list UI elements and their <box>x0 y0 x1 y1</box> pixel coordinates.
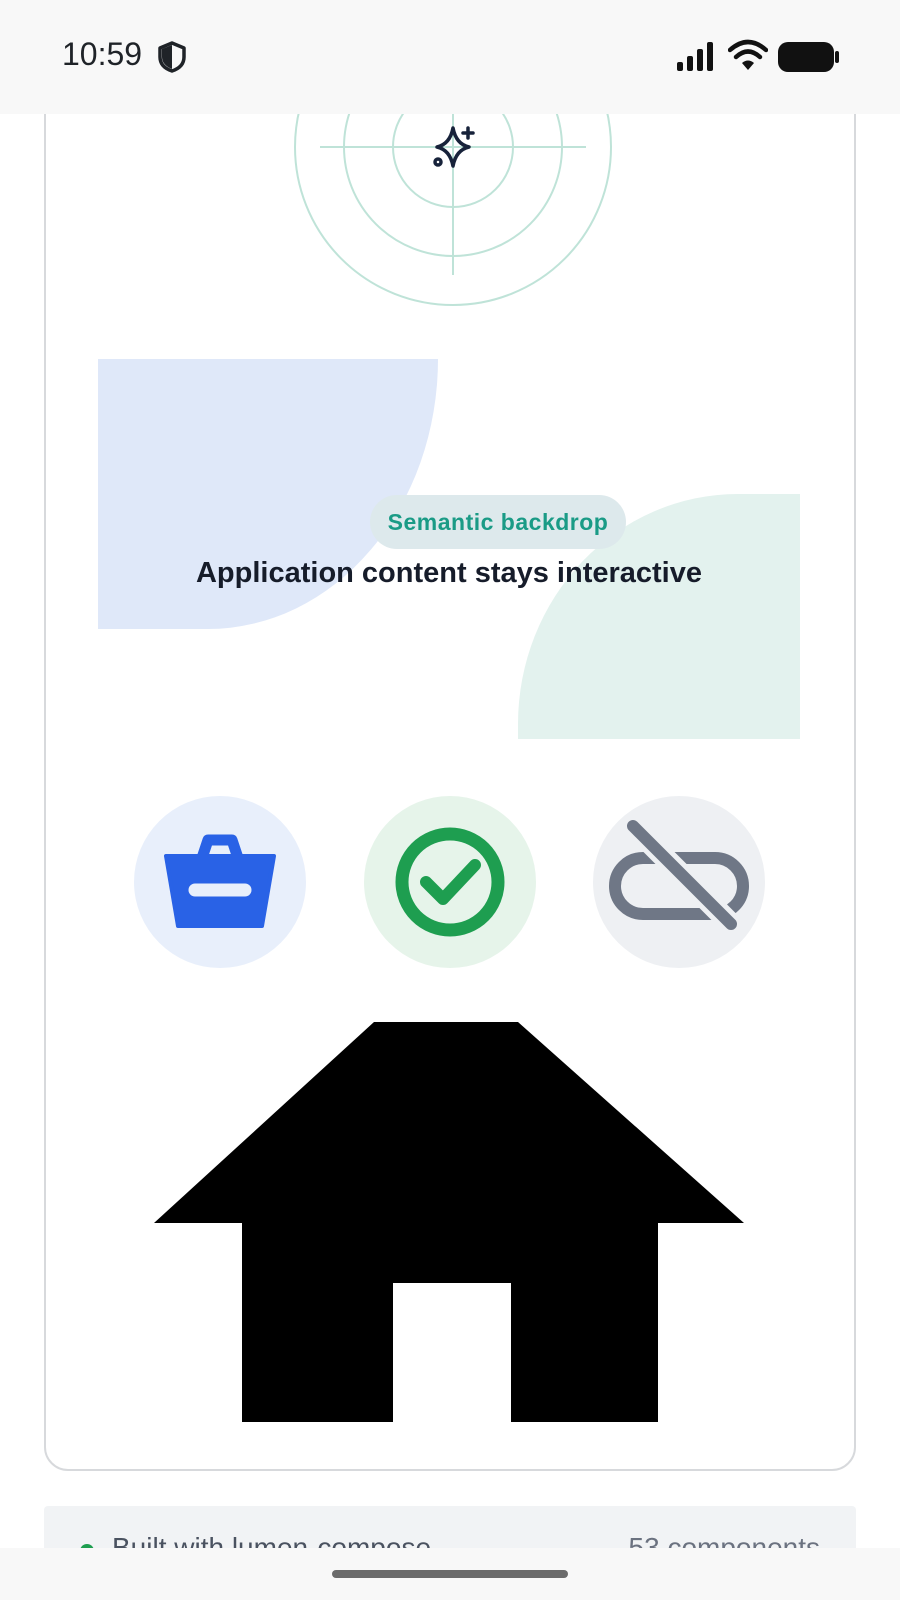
link-off-icon <box>609 820 749 935</box>
signal-icon <box>677 42 713 71</box>
basket-icon-button[interactable] <box>134 796 306 968</box>
status-time: 10:59 <box>62 36 143 72</box>
demo-card: Semantic backdrop Application content st… <box>44 80 856 1471</box>
home-gesture-handle[interactable] <box>332 1570 568 1578</box>
semantic-backdrop: Semantic backdrop Application content st… <box>98 359 800 739</box>
shield-icon <box>158 41 186 73</box>
home-icon <box>154 1022 744 1422</box>
radar-decoration <box>294 82 612 306</box>
status-bar: 10:59 <box>0 0 900 114</box>
backdrop-subtitle: Application content stays interactive <box>195 557 702 589</box>
link-off-icon-button[interactable] <box>593 796 765 968</box>
backdrop-badge: Semantic backdrop <box>370 495 626 549</box>
screen-content: Semantic backdrop Application content st… <box>0 0 900 1600</box>
basket-icon <box>164 834 276 928</box>
check-circle-icon <box>395 827 505 937</box>
wifi-icon <box>728 39 768 70</box>
check-circle-icon-button[interactable] <box>364 796 536 968</box>
battery-icon <box>778 42 839 72</box>
navigation-bar <box>0 1548 900 1600</box>
